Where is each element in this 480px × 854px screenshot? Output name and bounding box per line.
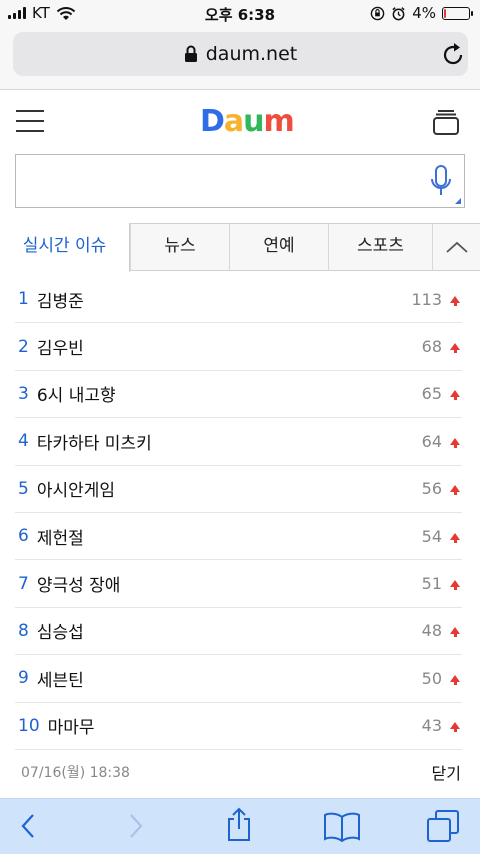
trend-up-icon [450,722,460,733]
issue-row[interactable]: 10 마마무 43 [15,703,462,750]
issue-row[interactable]: 6 제헌절 54 [15,513,462,561]
issue-rank: 5 [18,478,29,499]
issue-count: 56 [421,479,442,499]
issue-count: 113 [411,289,442,309]
rotation-lock-icon [370,6,385,20]
daum-logo[interactable]: Daum [200,104,295,140]
issue-row[interactable]: 5 아시안게임 56 [15,466,462,513]
reload-icon[interactable] [442,42,466,68]
issue-keyword[interactable]: 세븐틴 [37,666,422,691]
close-button[interactable]: 닫기 [432,760,461,784]
trend-up-icon [450,437,460,448]
issue-row[interactable]: 3 6시 내고향 65 [15,371,462,419]
trend-up-icon [450,295,460,306]
share-icon[interactable] [225,807,253,843]
issue-rank: 7 [18,573,29,594]
issue-row[interactable]: 9 세븐틴 50 [15,655,462,703]
issue-row[interactable]: 1 김병준 113 [15,276,462,324]
chevron-up-icon [445,241,468,253]
safari-toolbar [0,798,480,854]
realtime-issue-list: 1 김병준 113 2 김우빈 68 3 6시 내고향 65 4 타카하타 미츠키 64 5 아시안게임 5… [15,276,462,750]
back-icon[interactable] [18,811,38,841]
issue-count: 65 [421,384,442,404]
trend-up-icon [450,343,460,354]
url-bar[interactable]: daum.net [13,32,468,76]
issue-count: 43 [421,716,442,736]
tab-sports[interactable]: 스포츠 [328,223,432,271]
issue-keyword[interactable]: 마마무 [48,713,422,738]
issue-keyword[interactable]: 제헌절 [37,524,422,549]
category-tabs: 실시간 이슈 뉴스 연예 스포츠 [0,223,480,272]
microphone-icon[interactable] [430,164,452,198]
update-timestamp: 07/16(월) 18:38 [21,765,130,781]
issue-row[interactable]: 2 김우빈 68 [15,323,462,371]
url-text: daum.net [205,43,298,65]
status-bar: KT 오후 6:38 4% [0,0,480,26]
forward-icon[interactable] [126,811,146,841]
issue-rank: 3 [18,383,29,404]
list-footer: 07/16(월) 18:38 닫기 [21,760,461,784]
lock-icon [184,45,197,62]
tab-realtime-issue[interactable]: 실시간 이슈 [0,223,130,272]
battery-icon [442,6,473,20]
issue-keyword[interactable]: 타카하타 미츠키 [37,429,422,454]
issue-count: 68 [421,337,442,357]
alarm-icon [392,6,405,20]
issue-row[interactable]: 4 타카하타 미츠키 64 [15,418,462,466]
trend-up-icon [450,485,460,496]
issue-count: 54 [421,526,442,546]
issue-rank: 1 [18,289,29,310]
tabs-icon[interactable] [432,110,460,136]
issue-rank: 8 [18,620,29,641]
search-input[interactable] [15,154,465,208]
issue-row[interactable]: 8 심승섭 48 [15,608,462,656]
issue-keyword[interactable]: 6시 내고향 [37,381,422,406]
trend-up-icon [450,580,460,591]
search-corner-marker [455,198,461,204]
issue-row[interactable]: 7 양극성 장애 51 [15,560,462,608]
tab-news[interactable]: 뉴스 [130,223,229,271]
issue-count: 48 [421,621,442,641]
issue-keyword[interactable]: 양극성 장애 [37,571,422,596]
trend-up-icon [450,674,460,685]
issue-rank: 4 [18,431,29,452]
daum-header: Daum [0,90,480,154]
trend-up-icon [450,390,460,401]
trend-up-icon [450,532,460,543]
issue-count: 64 [421,431,442,451]
issue-count: 51 [421,574,442,594]
issue-rank: 2 [18,336,29,357]
bookmarks-icon[interactable] [323,811,361,843]
issue-rank: 6 [18,526,29,547]
tab-entertainment[interactable]: 연예 [229,223,328,271]
issue-rank: 10 [18,715,40,736]
tabs-overview-icon[interactable] [426,809,460,843]
issue-count: 50 [421,668,442,688]
trend-up-icon [450,627,460,638]
battery-percent: 4% [412,4,436,22]
issue-keyword[interactable]: 아시안게임 [37,476,422,501]
hamburger-menu-icon[interactable] [16,110,44,132]
address-bar-area: daum.net [0,26,480,90]
issue-keyword[interactable]: 심승섭 [37,618,422,643]
issue-keyword[interactable]: 김우빈 [37,334,422,359]
collapse-button[interactable] [432,223,480,271]
issue-rank: 9 [18,668,29,689]
issue-keyword[interactable]: 김병준 [37,287,412,312]
